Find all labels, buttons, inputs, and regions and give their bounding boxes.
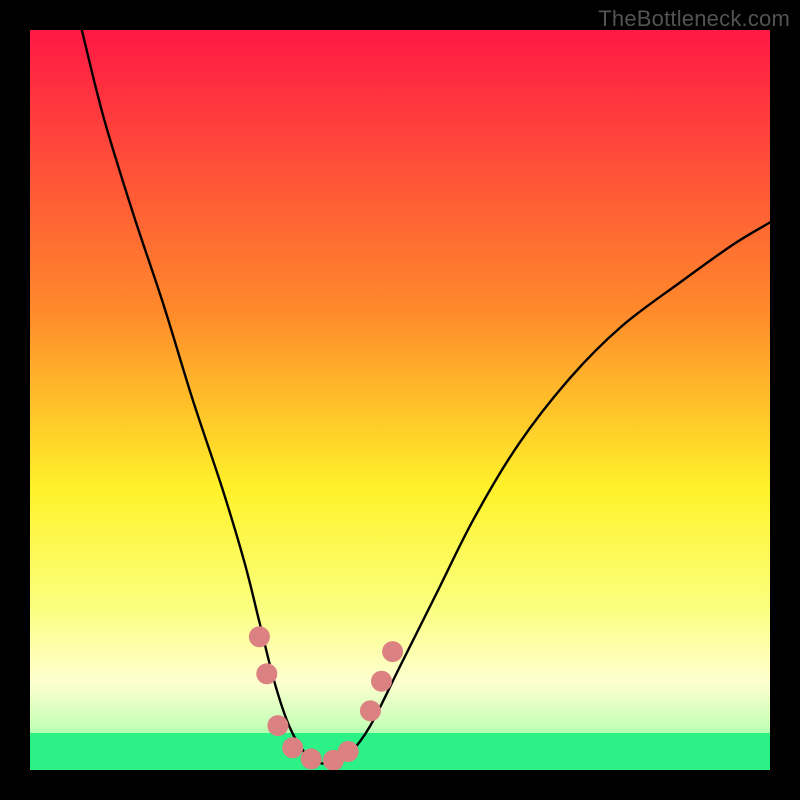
curve-marker [360, 700, 381, 721]
curve-marker [301, 748, 322, 769]
curve-marker [256, 663, 277, 684]
good-zone-band [30, 733, 770, 770]
curve-marker [249, 626, 270, 647]
curve-marker [371, 671, 392, 692]
chart-frame: TheBottleneck.com [0, 0, 800, 800]
watermark-label: TheBottleneck.com [598, 6, 790, 32]
curve-marker [267, 715, 288, 736]
bottleneck-chart-svg [30, 30, 770, 770]
curve-marker [282, 737, 303, 758]
curve-marker [338, 741, 359, 762]
curve-marker [382, 641, 403, 662]
plot-area [30, 30, 770, 770]
